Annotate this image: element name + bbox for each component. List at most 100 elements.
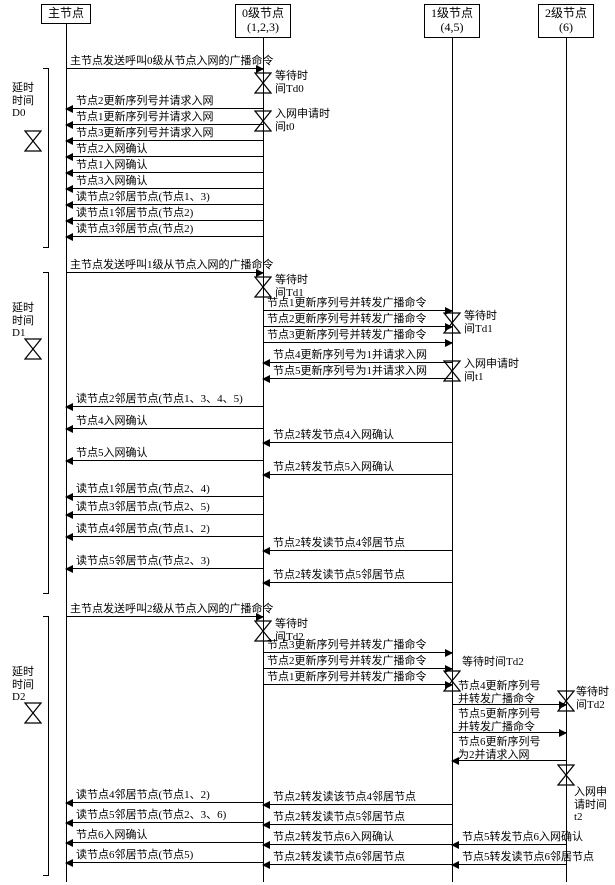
p1-back-6-1: 节点2转发读节点5邻居节点 <box>263 582 452 583</box>
p2-back-1-1: 节点2转发读节点5邻居节点 <box>263 824 452 825</box>
p2-fwd0-2: 节点1更新序列号并转发广播命令 <box>263 684 452 685</box>
arrow-label: 节点2更新序列号并转发广播命令 <box>267 656 427 667</box>
p1-wait0-hg <box>254 276 272 298</box>
p1-back-0-0: 读节点2邻居节点(节点1、3、4、5) <box>66 406 263 407</box>
arrow-label: 读节点2邻居节点(节点1、3、4、5) <box>76 394 243 405</box>
p0-apply-hg <box>254 110 272 132</box>
arrow-label: 节点2转发节点4入网确认 <box>273 430 394 441</box>
p2-back-3-2: 节点5转发读节点6邻居节点 <box>452 864 566 865</box>
p0-apply: 入网申请时 间t0 <box>275 108 330 133</box>
arrow-label: 节点1更新序列号并转发广播命令 <box>267 672 427 683</box>
p0-msg-1: 节点1更新序列号并请求入网 <box>66 124 263 125</box>
arrow-label: 读节点1邻居节点(节点2) <box>76 208 193 219</box>
p0-msg-7: 读节点1邻居节点(节点2) <box>66 220 263 221</box>
arrow-label: 读节点4邻居节点(节点1、2) <box>76 790 210 801</box>
p2-back-1-0: 读节点5邻居节点(节点2、3、6) <box>66 822 263 823</box>
p2-waitmid: 等待时间Td2 <box>462 656 524 669</box>
p2-back-2-0: 节点6入网确认 <box>66 842 263 843</box>
p2-fwd1-lbl-1: 节点5更新序列号 并转发广播命令 <box>458 708 541 733</box>
arrow-label: 节点1入网确认 <box>76 160 148 171</box>
arrow-label: 节点1更新序列号并转发广播命令 <box>267 298 427 309</box>
arrow-label: 主节点发送呼叫2级从节点入网的广播命令 <box>70 604 274 615</box>
p0-broadcast: 主节点发送呼叫0级从节点入网的广播命令 <box>66 68 263 69</box>
p1-wait1-hg <box>443 312 461 334</box>
p1-apply-hg <box>443 360 461 382</box>
arrow-label: 节点3入网确认 <box>76 176 148 187</box>
p1-wait0: 等待时 间Td1 <box>275 274 308 299</box>
actor-lvl0: 0级节点 (1,2,3) <box>235 4 291 38</box>
p2-wait2: 等待时 间Td2 <box>576 686 609 711</box>
arrow-label: 节点5更新序列号为1并请求入网 <box>273 366 427 377</box>
arrow-label: 节点4入网确认 <box>76 416 148 427</box>
p1-back-4-0: 读节点3邻居节点(节点2、5) <box>66 514 263 515</box>
p2-apply-hg <box>557 764 575 786</box>
p1-req-1: 节点5更新序列号为1并请求入网 <box>263 378 452 379</box>
p2-back-0-0: 读节点4邻居节点(节点1、2) <box>66 802 263 803</box>
p0-msg-0: 节点2更新序列号并请求入网 <box>66 108 263 109</box>
arrow-label: 节点2入网确认 <box>76 144 148 155</box>
arrow-label: 节点2转发读节点6邻居节点 <box>273 852 405 863</box>
p0-wait: 等待时 间Td0 <box>275 70 308 95</box>
arrow-label: 节点3更新序列号并请求入网 <box>76 128 214 139</box>
p1-back-2-1: 节点2转发节点5入网确认 <box>263 474 452 475</box>
arrow-label: 节点2转发读节点4邻居节点 <box>273 538 405 549</box>
p1-req-0: 节点4更新序列号为1并请求入网 <box>263 362 452 363</box>
p0-delay-hg <box>24 130 42 152</box>
p1-back-3-0: 读节点1邻居节点(节点2、4) <box>66 496 263 497</box>
arrow-label: 节点5入网确认 <box>76 448 148 459</box>
p1-delay-hg <box>24 338 42 360</box>
p2-wait2-hg <box>557 690 575 712</box>
arrow-label: 节点4更新序列号为1并请求入网 <box>273 350 427 361</box>
p1-delay-label: 延时 时间 D1 <box>12 302 34 340</box>
p1-apply: 入网申请时 间t1 <box>464 358 519 383</box>
arrow-label: 读节点6邻居节点(节点5) <box>76 850 193 861</box>
arrow-label: 节点2转发节点5入网确认 <box>273 462 394 473</box>
arrow-label: 主节点发送呼叫1级从节点入网的广播命令 <box>70 260 274 271</box>
p1-broadcast: 主节点发送呼叫1级从节点入网的广播命令 <box>66 272 263 273</box>
p2-broadcast: 主节点发送呼叫2级从节点入网的广播命令 <box>66 616 263 617</box>
p2-back-2-1: 节点2转发节点6入网确认 <box>263 844 452 845</box>
p2-back-2-2: 节点5转发节点6入网确认 <box>452 844 566 845</box>
arrow-label: 节点2转发读该节点4邻居节点 <box>273 792 416 803</box>
p1-back-5-0: 读节点4邻居节点(节点1、2) <box>66 536 263 537</box>
p0-msg-5: 节点3入网确认 <box>66 188 263 189</box>
p1-fwd-0: 节点1更新序列号并转发广播命令 <box>263 310 452 311</box>
arrow-label: 读节点3邻居节点(节点2) <box>76 224 193 235</box>
p1-back-1-0: 节点4入网确认 <box>66 428 263 429</box>
p2-back-3-0: 读节点6邻居节点(节点5) <box>66 862 263 863</box>
arrow-label: 节点2更新序列号并转发广播命令 <box>267 314 427 325</box>
p1-back-5-1: 节点2转发读节点4邻居节点 <box>263 550 452 551</box>
p2-delay-label: 延时 时间 D2 <box>12 666 34 704</box>
p2-fwd0-1: 节点2更新序列号并转发广播命令 <box>263 668 452 669</box>
arrow-label: 节点3更新序列号并转发广播命令 <box>267 330 427 341</box>
arrow-label: 节点5转发读节点6邻居节点 <box>462 852 594 863</box>
arrow-label: 节点5转发节点6入网确认 <box>462 832 583 843</box>
p2-req-lbl: 节点6更新序列号 为2并请求入网 <box>458 736 541 761</box>
arrow-label: 节点3更新序列号并转发广播命令 <box>267 640 427 651</box>
actor-master: 主节点 <box>41 4 91 24</box>
p0-msg-4: 节点1入网确认 <box>66 172 263 173</box>
p0-msg-2: 节点3更新序列号并请求入网 <box>66 140 263 141</box>
arrow-label: 读节点3邻居节点(节点2、5) <box>76 502 210 513</box>
p1-back-6-0: 读节点5邻居节点(节点2、3) <box>66 568 263 569</box>
arrow-label: 节点2转发读节点5邻居节点 <box>273 570 405 581</box>
p1-back-1-1: 节点2转发节点4入网确认 <box>263 442 452 443</box>
arrow-label: 读节点2邻居节点(节点1、3) <box>76 192 210 203</box>
arrow-label: 节点2转发节点6入网确认 <box>273 832 394 843</box>
p1-wait1: 等待时 间Td1 <box>464 310 497 335</box>
arrow-label: 节点2转发读节点5邻居节点 <box>273 812 405 823</box>
actor-lvl1: 1级节点 (4,5) <box>424 4 480 38</box>
p2-back-0-1: 节点2转发读该节点4邻居节点 <box>263 804 452 805</box>
arrow-label: 节点1更新序列号并请求入网 <box>76 112 214 123</box>
arrow-label: 主节点发送呼叫0级从节点入网的广播命令 <box>70 56 274 67</box>
p1-fwd-1: 节点2更新序列号并转发广播命令 <box>263 326 452 327</box>
arrow-label: 节点6入网确认 <box>76 830 148 841</box>
p2-fwd1-lbl-0: 节点4更新序列号 并转发广播命令 <box>458 680 541 705</box>
arrow-label: 读节点5邻居节点(节点2、3、6) <box>76 810 226 821</box>
p2-fwd0-0: 节点3更新序列号并转发广播命令 <box>263 652 452 653</box>
arrow-label: 读节点4邻居节点(节点1、2) <box>76 524 210 535</box>
actor-lvl2: 2级节点 (6) <box>538 4 594 38</box>
arrow-label: 读节点1邻居节点(节点2、4) <box>76 484 210 495</box>
p1-fwd-2: 节点3更新序列号并转发广播命令 <box>263 342 452 343</box>
p0-msg-3: 节点2入网确认 <box>66 156 263 157</box>
